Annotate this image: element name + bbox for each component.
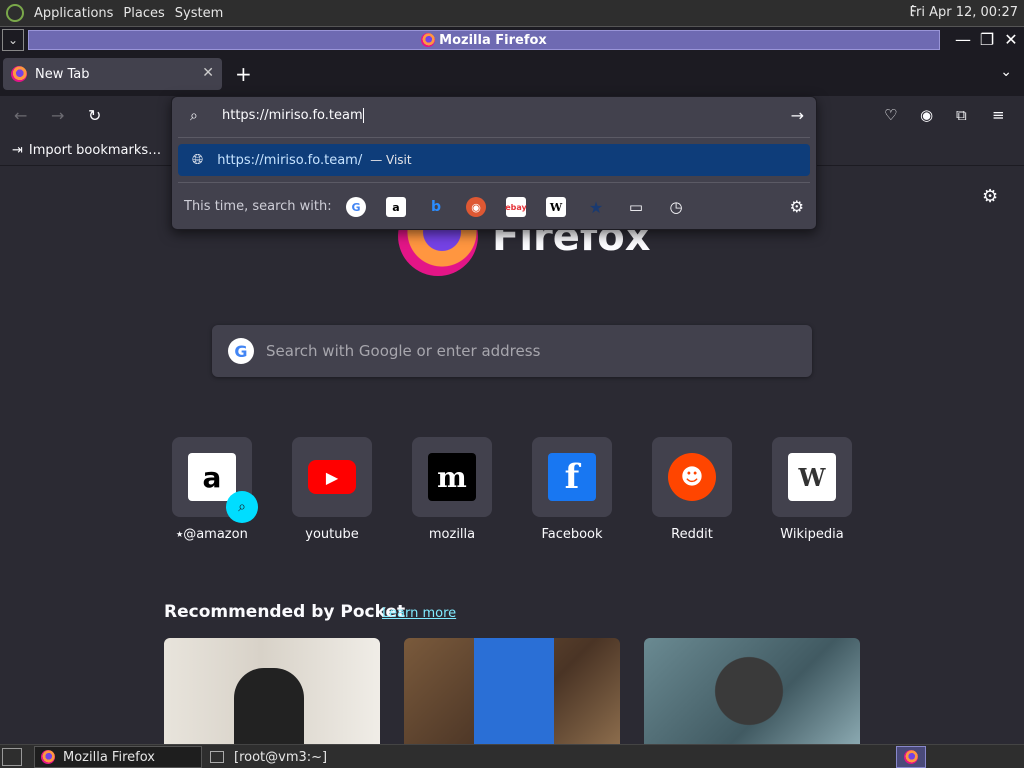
shortcut-wikipedia[interactable]: W Wikipedia <box>772 437 852 542</box>
oneoff-search-label: This time, search with: <box>184 199 332 214</box>
firefox-icon <box>421 33 436 47</box>
wikipedia-engine-icon[interactable]: W <box>546 197 566 217</box>
shortcut-tile[interactable]: f <box>532 437 612 517</box>
shortcut-youtube[interactable]: ▶ youtube <box>292 437 372 542</box>
tab-new-tab[interactable]: New Tab ✕ <box>3 58 222 90</box>
search-icon: ⌕ <box>190 108 198 124</box>
search-shortcut-icon: ⌕ <box>226 491 258 523</box>
search-placeholder: Search with Google or enter address <box>266 342 541 360</box>
firefox-icon <box>904 750 918 764</box>
shortcut-tile[interactable]: m <box>412 437 492 517</box>
pocket-story-card[interactable] <box>644 638 860 744</box>
pocket-heading: Recommended by Pocket <box>164 602 406 622</box>
tabs-engine-icon[interactable]: ▭ <box>626 197 646 217</box>
personalize-gear-icon[interactable]: ⚙ <box>982 186 998 207</box>
taskbar-item-terminal[interactable]: [root@vm3:~] <box>204 746 384 768</box>
result-url: https://miriso.fo.team/ <box>217 152 363 168</box>
window-title-text: Mozilla Firefox <box>439 32 547 48</box>
search-settings-gear-icon[interactable]: ⚙ <box>790 197 804 216</box>
pocket-icon[interactable]: ♡ <box>884 106 897 124</box>
list-all-tabs-button[interactable]: ⌄ <box>1000 64 1012 80</box>
reddit-icon: ☻ <box>668 453 716 501</box>
gnome-foot-icon[interactable] <box>6 4 24 22</box>
globe-icon: 🌐︎ <box>192 152 204 168</box>
extensions-icon[interactable]: ⧉ <box>956 106 967 124</box>
oneoff-engine-list: G a b ◉ ebay W ★ ▭ ◷ <box>346 197 686 217</box>
top-panel: Applications Places System ⋮ Fri Apr 12,… <box>0 0 1024 26</box>
amazon-icon: a <box>188 453 236 501</box>
shortcut-tile[interactable]: a ⌕ <box>172 437 258 523</box>
shortcut-amazon[interactable]: a ⌕ ⭑@amazon <box>172 437 258 542</box>
clock[interactable]: Fri Apr 12, 00:27 <box>909 5 1018 20</box>
shortcut-label: mozilla <box>428 527 476 542</box>
back-button[interactable]: ← <box>14 106 27 125</box>
maximize-button[interactable]: ❐ <box>978 29 996 49</box>
pocket-story-card[interactable] <box>164 638 380 744</box>
google-engine-icon[interactable]: G <box>346 197 366 217</box>
bing-engine-icon[interactable]: b <box>426 197 446 217</box>
url-input[interactable]: https://miriso.fo.team <box>222 108 364 123</box>
shortcut-label: youtube <box>305 527 359 542</box>
shortcut-tile[interactable]: ☻ <box>652 437 732 517</box>
import-bookmarks-button[interactable]: ⇥ Import bookmarks… <box>12 143 161 158</box>
shortcut-label: Wikipedia <box>780 527 844 542</box>
close-window-button[interactable]: ✕ <box>1002 29 1020 49</box>
applications-menu[interactable]: Applications <box>34 6 113 21</box>
google-icon: G <box>228 338 254 364</box>
wikipedia-icon: W <box>788 453 836 501</box>
window-menu-button[interactable]: ⌄ <box>2 28 24 51</box>
tab-label: New Tab <box>35 66 90 82</box>
shortcut-tile[interactable]: W <box>772 437 852 517</box>
tab-strip: New Tab ✕ + ⌄ <box>0 52 1024 96</box>
facebook-icon: f <box>548 453 596 501</box>
bookmarks-engine-icon[interactable]: ★ <box>586 197 606 217</box>
divider <box>178 137 810 138</box>
new-tab-button[interactable]: + <box>235 62 252 86</box>
bottom-taskbar: Mozilla Firefox [root@vm3:~] <box>0 744 1024 768</box>
tab-close-icon[interactable]: ✕ <box>202 65 214 81</box>
firefox-icon <box>41 750 55 764</box>
go-arrow-icon[interactable]: → <box>791 106 804 125</box>
menu-icon[interactable]: ≡ <box>992 106 1005 124</box>
taskbar-item-firefox[interactable]: Mozilla Firefox <box>34 746 202 768</box>
places-menu[interactable]: Places <box>123 6 164 21</box>
forward-button[interactable]: → <box>51 106 64 125</box>
shortcut-reddit[interactable]: ☻ Reddit <box>652 437 732 542</box>
result-action: — Visit <box>370 153 412 167</box>
shortcut-label: Reddit <box>671 527 713 542</box>
ebay-engine-icon[interactable]: ebay <box>505 197 527 217</box>
youtube-icon: ▶ <box>308 460 356 494</box>
pocket-learn-more-link[interactable]: Learn more <box>382 606 456 621</box>
shortcut-mozilla[interactable]: m mozilla <box>412 437 492 542</box>
show-desktop-icon[interactable] <box>2 748 22 766</box>
newtab-search-box[interactable]: G Search with Google or enter address <box>212 325 812 377</box>
system-menu[interactable]: System <box>175 6 223 21</box>
account-icon[interactable]: ◉ <box>920 106 933 124</box>
reload-button[interactable]: ↻ <box>88 106 101 125</box>
urlbar-result-visit[interactable]: 🌐︎ https://miriso.fo.team/ — Visit <box>178 144 810 176</box>
shortcut-label: ⭑@amazon <box>176 527 248 542</box>
minimize-button[interactable]: — <box>954 29 972 49</box>
terminal-icon <box>210 751 224 763</box>
workspace-switcher[interactable] <box>896 746 926 768</box>
shortcut-tile[interactable]: ▶ <box>292 437 372 517</box>
history-engine-icon[interactable]: ◷ <box>666 197 686 217</box>
amazon-engine-icon[interactable]: a <box>386 197 406 217</box>
shortcut-label: Facebook <box>541 527 603 542</box>
window-titlebar: ⌄ Mozilla Firefox — ❐ ✕ <box>0 26 1024 52</box>
mozilla-icon: m <box>428 453 476 501</box>
divider <box>178 182 810 183</box>
import-icon: ⇥ <box>12 143 23 158</box>
pocket-story-card[interactable] <box>404 638 620 744</box>
new-tab-page: ⚙ Firefox G Search with Google or enter … <box>0 166 1024 744</box>
duckduckgo-engine-icon[interactable]: ◉ <box>466 197 486 217</box>
shortcut-facebook[interactable]: f Facebook <box>532 437 612 542</box>
window-title[interactable]: Mozilla Firefox <box>28 30 940 50</box>
firefox-icon <box>11 66 27 82</box>
urlbar-popup: ⌕ https://miriso.fo.team → 🌐︎ https://mi… <box>171 96 817 230</box>
